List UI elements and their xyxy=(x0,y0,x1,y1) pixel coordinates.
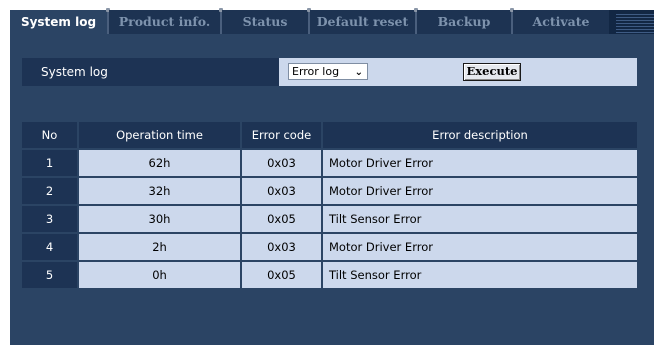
cell-operation-time: 0h xyxy=(79,262,240,288)
cell-error-description: Motor Driver Error xyxy=(323,234,637,260)
table-row: 5 0h 0x05 Tilt Sensor Error xyxy=(22,262,637,288)
cell-operation-time: 62h xyxy=(79,150,240,176)
table-row: 3 30h 0x05 Tilt Sensor Error xyxy=(22,206,637,232)
table-row: 2 32h 0x03 Motor Driver Error xyxy=(22,178,637,204)
cell-error-code: 0x03 xyxy=(242,178,321,204)
tab-backup[interactable]: Backup xyxy=(417,10,511,34)
table-row: 4 2h 0x03 Motor Driver Error xyxy=(22,234,637,260)
header-operation-time: Operation time xyxy=(79,122,240,148)
log-type-select-value: Error log xyxy=(292,65,340,78)
cell-error-description: Motor Driver Error xyxy=(323,150,637,176)
chevron-down-icon: ⌄ xyxy=(354,67,363,78)
cell-operation-time: 32h xyxy=(79,178,240,204)
tab-system-log[interactable]: System log xyxy=(10,10,107,34)
tab-default-reset[interactable]: Default reset xyxy=(310,10,415,34)
cell-no: 5 xyxy=(22,262,77,288)
tab-product-info[interactable]: Product info. xyxy=(109,10,220,34)
log-type-select[interactable]: Error log ⌄ xyxy=(288,63,368,80)
execute-button[interactable]: Execute xyxy=(463,63,521,81)
header-error-code: Error code xyxy=(242,122,321,148)
table-row: 1 62h 0x03 Motor Driver Error xyxy=(22,150,637,176)
header-error-description: Error description xyxy=(323,122,637,148)
cell-error-description: Tilt Sensor Error xyxy=(323,206,637,232)
system-log-label: System log xyxy=(41,65,108,79)
cell-error-code: 0x05 xyxy=(242,262,321,288)
cell-operation-time: 2h xyxy=(79,234,240,260)
system-log-command-bar: System log Error log ⌄ Execute xyxy=(22,58,637,86)
main-panel: System log Product info. Status Default … xyxy=(10,8,654,345)
table-header-row: No Operation time Error code Error descr… xyxy=(22,122,637,148)
cell-error-description: Tilt Sensor Error xyxy=(323,262,637,288)
header-no: No xyxy=(22,122,77,148)
tab-bar: System log Product info. Status Default … xyxy=(10,8,654,34)
cell-no: 3 xyxy=(22,206,77,232)
tab-status[interactable]: Status xyxy=(222,10,308,34)
cell-no: 2 xyxy=(22,178,77,204)
tab-activate[interactable]: Activate xyxy=(513,10,609,34)
cell-error-code: 0x03 xyxy=(242,150,321,176)
cell-error-code: 0x05 xyxy=(242,206,321,232)
cell-operation-time: 30h xyxy=(79,206,240,232)
command-controls: Error log ⌄ Execute xyxy=(279,58,637,86)
cell-no: 1 xyxy=(22,150,77,176)
cell-no: 4 xyxy=(22,234,77,260)
cell-error-description: Motor Driver Error xyxy=(323,178,637,204)
tab-bar-decoration xyxy=(616,14,654,34)
cell-error-code: 0x03 xyxy=(242,234,321,260)
